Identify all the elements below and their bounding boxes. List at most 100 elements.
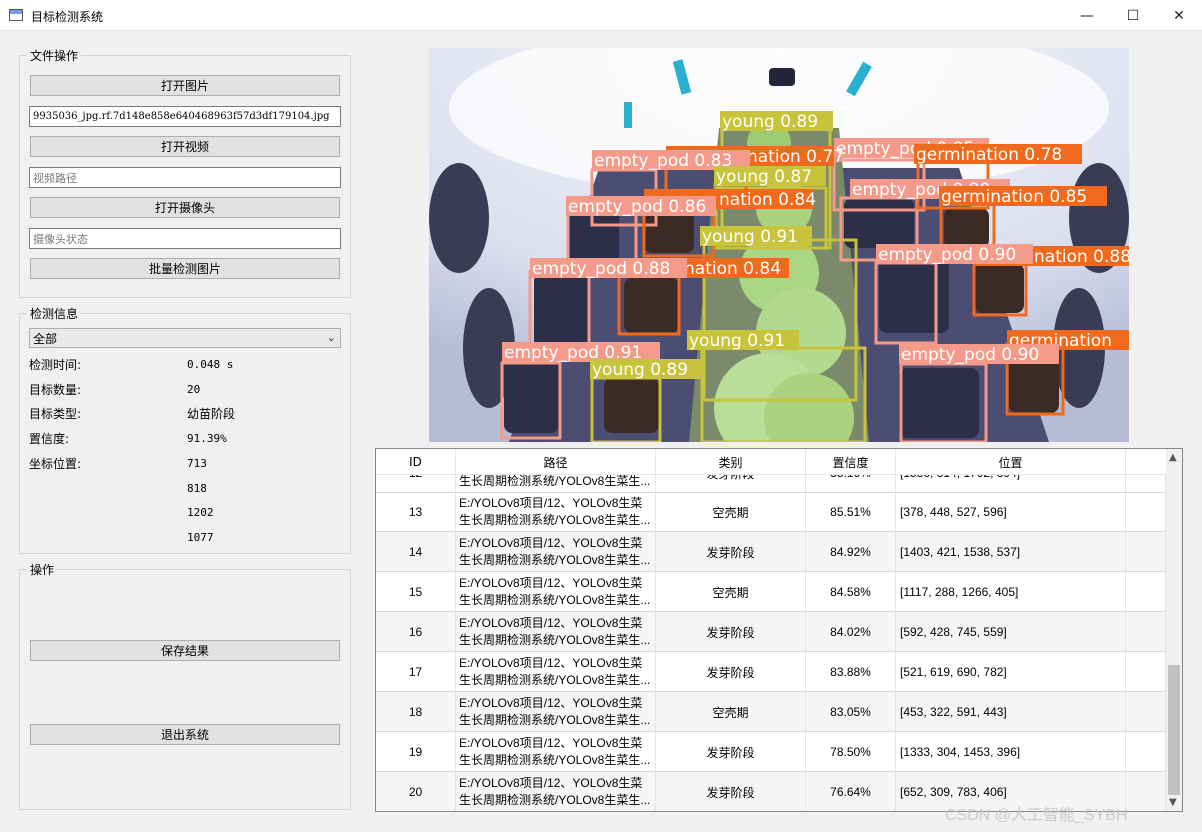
target-filter-select[interactable]: 全部 ⌄: [29, 328, 341, 348]
row-class: 空壳期: [656, 572, 806, 612]
batch-detect-button[interactable]: 批量检测图片: [30, 258, 340, 279]
scroll-up-icon[interactable]: ▲: [1169, 452, 1177, 463]
detection-label: young 0.91: [702, 227, 798, 247]
row-confidence: 76.64%: [806, 772, 896, 811]
column-header-path-label: 路径: [456, 449, 656, 475]
table-row[interactable]: 18 E:/YOLOv8项目/12、YOLOv8生菜 生长周期检测系统/YOLOv8…: [376, 692, 1166, 732]
confidence-value: 91.39%: [187, 432, 227, 445]
detection-label: empty_pod 0.86: [568, 197, 706, 217]
detection-label: young 0.89: [592, 360, 688, 380]
row-id: 18: [376, 692, 456, 732]
table-row[interactable]: 14 E:/YOLOv8项目/12、YOLOv8生菜 生长周期检测系统/YOLOv8…: [376, 532, 1166, 572]
row-confidence: 83.05%: [806, 692, 896, 732]
table-row[interactable]: 15 E:/YOLOv8项目/12、YOLOv8生菜 生长周期检测系统/YOLOv8…: [376, 572, 1166, 612]
table-scrollbar[interactable]: ▲ ▼: [1165, 449, 1182, 811]
row-confidence: 84.58%: [806, 572, 896, 612]
column-header-position-label: 位置: [896, 449, 1126, 475]
row-position: [1117, 288, 1266, 405]: [896, 572, 1126, 612]
row-path-line2: 生长周期检测系统/YOLOv8生菜生...: [459, 633, 651, 647]
coord-xmax: 1202: [187, 506, 214, 519]
close-button[interactable]: ✕: [1156, 0, 1202, 31]
row-path-line1: E:/YOLOv8项目/12、YOLOv8生菜: [459, 656, 643, 670]
row-path-line1: E:/YOLOv8项目/12、YOLOv8生菜: [459, 496, 643, 510]
row-path: E:/YOLOv8项目/12、YOLOv8生菜生长周期检测系统/YOLOv8生菜…: [456, 732, 656, 772]
table-row[interactable]: 16 E:/YOLOv8项目/12、YOLOv8生菜 生长周期检测系统/YOLOv8…: [376, 612, 1166, 652]
row-path-line1: E:/YOLOv8项目/12、YOLOv8生菜: [459, 576, 643, 590]
camera-status-field[interactable]: 摄像头状态: [29, 228, 341, 249]
row-confidence: 85.51%: [806, 492, 896, 532]
coord-label: 坐标位置:: [29, 457, 82, 471]
row-id: 15: [376, 572, 456, 612]
row-path-line2: 生长周期检测系统/YOLOv8生菜生...: [459, 553, 651, 567]
table-row[interactable]: 17 E:/YOLOv8项目/12、YOLOv8生菜 生长周期检测系统/YOLOv8…: [376, 652, 1166, 692]
detection-label: empty_pod 0.88: [532, 259, 670, 279]
detect-info-title: 检测信息: [27, 305, 82, 322]
row-path-line1: E:/YOLOv8项目/12、YOLOv8生菜: [459, 616, 643, 630]
table-header-cover: ID 路径 类别 置信度 位置: [376, 449, 1166, 475]
operations-title: 操作: [27, 561, 58, 578]
save-results-button[interactable]: 保存结果: [30, 640, 340, 661]
row-path: E:/YOLOv8项目/12、YOLOv8生菜生长周期检测系统/YOLOv8生菜…: [456, 532, 656, 572]
detection-label: nation 0.88: [1034, 247, 1129, 267]
row-confidence: 84.92%: [806, 532, 896, 572]
target-type-value: 幼苗阶段: [187, 407, 236, 421]
row-path: E:/YOLOv8项目/12、YOLOv8生菜生长周期检测系统/YOLOv8生菜…: [456, 572, 656, 612]
row-position: [1403, 421, 1538, 537]: [896, 532, 1126, 572]
confidence-label: 置信度:: [29, 432, 70, 446]
detect-time-value: 0.048 s: [187, 358, 234, 371]
row-path-line1: E:/YOLOv8项目/12、YOLOv8生菜: [459, 736, 643, 750]
row-class: 发芽阶段: [656, 532, 806, 572]
column-header-confidence-label: 置信度: [806, 449, 896, 475]
column-header-class-label: 类别: [656, 449, 806, 475]
coord-xmin: 713: [187, 457, 207, 470]
row-id: 13: [376, 492, 456, 532]
row-path-line2: 生长周期检测系统/YOLOv8生菜生...: [459, 593, 651, 607]
chevron-down-icon: ⌄: [326, 331, 336, 344]
row-path-line2: 生长周期检测系统/YOLOv8生菜生...: [459, 713, 651, 727]
results-table[interactable]: ID 路径 类别 置信度 位置 12 E:/YOLOv8项目/12、YOLOv8…: [375, 448, 1183, 812]
row-path: E:/YOLOv8项目/12、YOLOv8生菜生长周期检测系统/YOLOv8生菜…: [456, 492, 656, 532]
table-row[interactable]: 13 E:/YOLOv8项目/12、YOLOv8生菜 生长周期检测系统/YOLOv8…: [376, 492, 1166, 532]
open-camera-button[interactable]: 打开摄像头: [30, 197, 340, 218]
row-position: [592, 428, 745, 559]: [896, 612, 1126, 652]
detection-label: germination 0.78: [916, 145, 1062, 165]
coord-ymin: 818: [187, 482, 207, 495]
row-class: 空壳期: [656, 692, 806, 732]
scroll-down-icon[interactable]: ▼: [1169, 797, 1177, 808]
detection-label: young 0.91: [689, 331, 785, 351]
row-id: 16: [376, 612, 456, 652]
minimize-button[interactable]: —: [1064, 0, 1110, 31]
row-id: 17: [376, 652, 456, 692]
detection-label: young 0.89: [722, 112, 818, 132]
row-position: [378, 448, 527, 596]: [896, 492, 1126, 532]
table-row[interactable]: 19 E:/YOLOv8项目/12、YOLOv8生菜 生长周期检测系统/YOLOv8…: [376, 732, 1166, 772]
row-position: [453, 322, 591, 443]: [896, 692, 1126, 732]
video-path-field[interactable]: 视频路径: [29, 167, 341, 188]
detection-label: nation 0.84: [684, 259, 781, 279]
row-confidence: 78.50%: [806, 732, 896, 772]
row-id: 14: [376, 532, 456, 572]
target-filter-value: 全部: [33, 331, 58, 346]
detection-label: young 0.87: [716, 167, 812, 187]
row-path-line1: E:/YOLOv8项目/12、YOLOv8生菜: [459, 536, 643, 550]
row-path: E:/YOLOv8项目/12、YOLOv8生菜生长周期检测系统/YOLOv8生菜…: [456, 652, 656, 692]
image-path-field[interactable]: 9935036_jpg.rf.7d148e858e640468963f57d3d…: [29, 106, 341, 127]
maximize-button[interactable]: ☐: [1110, 0, 1156, 31]
detection-label: nation 0.84: [719, 190, 816, 210]
window-title: 目标检测系统: [31, 10, 104, 24]
target-count-label: 目标数量:: [29, 383, 82, 397]
row-confidence: 83.88%: [806, 652, 896, 692]
target-count-value: 20: [187, 383, 201, 396]
open-video-button[interactable]: 打开视频: [30, 136, 340, 157]
row-path-line1: E:/YOLOv8项目/12、YOLOv8生菜: [459, 776, 643, 790]
row-class: 发芽阶段: [656, 772, 806, 811]
target-type-label: 目标类型:: [29, 407, 82, 421]
row-class: 空壳期: [656, 492, 806, 532]
open-image-button[interactable]: 打开图片: [30, 75, 340, 96]
title-bar: 目标检测系统 — ☐ ✕: [0, 0, 1202, 31]
row-class: 发芽阶段: [656, 732, 806, 772]
row-path-line1: E:/YOLOv8项目/12、YOLOv8生菜: [459, 696, 643, 710]
scrollbar-thumb[interactable]: [1168, 665, 1180, 795]
row-path-line2: 生长周期检测系统/YOLOv8生菜生...: [459, 513, 651, 527]
exit-system-button[interactable]: 退出系统: [30, 724, 340, 745]
